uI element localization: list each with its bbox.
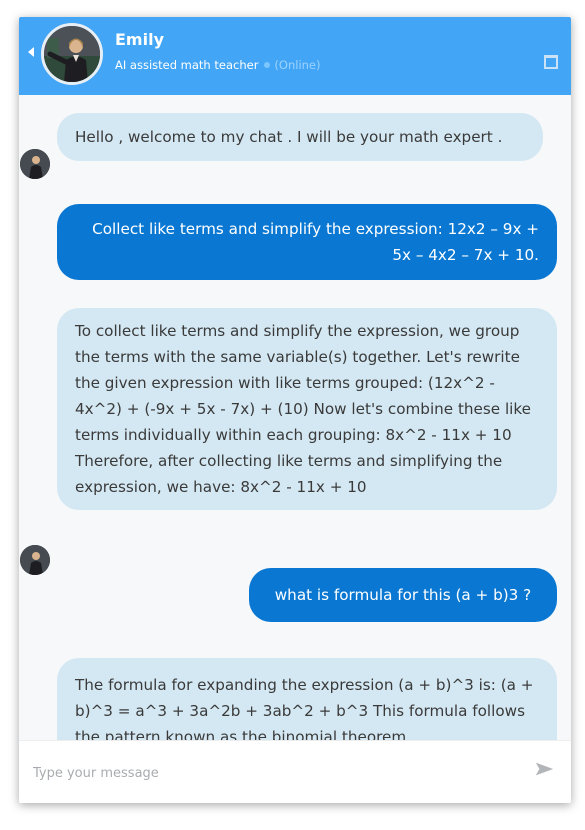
teacher-subtitle: AI assisted math teacher (Online): [115, 58, 321, 72]
bot-avatar: [20, 545, 50, 575]
teacher-role: AI assisted math teacher: [115, 58, 259, 72]
bot-message-text: The formula for expanding the expression…: [75, 676, 534, 740]
teacher-avatar: [41, 23, 103, 85]
message-list[interactable]: Hello , welcome to my chat . I will be y…: [19, 95, 571, 740]
bot-message-text: To collect like terms and simplify the e…: [75, 322, 532, 496]
teacher-name: Emily: [115, 30, 164, 49]
bot-message-text: Hello , welcome to my chat . I will be y…: [75, 128, 503, 146]
online-status: (Online): [274, 58, 321, 72]
expand-window-icon[interactable]: [544, 55, 558, 69]
bot-avatar: [20, 149, 50, 179]
bot-message: The formula for expanding the expression…: [57, 658, 557, 740]
chat-header: Emily AI assisted math teacher (Online): [19, 17, 571, 95]
bot-message: Hello , welcome to my chat . I will be y…: [57, 113, 543, 161]
user-message-text: what is formula for this (a + b)3 ?: [274, 586, 532, 604]
message-composer: [19, 740, 571, 803]
user-message: what is formula for this (a + b)3 ?: [249, 568, 557, 622]
send-icon[interactable]: [533, 758, 555, 780]
user-message: Collect like terms and simplify the expr…: [57, 204, 557, 280]
bot-message: To collect like terms and simplify the e…: [57, 308, 557, 510]
chat-window: Emily AI assisted math teacher (Online) H…: [19, 17, 571, 803]
user-message-text: Collect like terms and simplify the expr…: [92, 220, 539, 264]
online-status-dot: [264, 62, 271, 68]
message-input[interactable]: [31, 759, 515, 787]
back-arrow-icon[interactable]: [28, 47, 34, 57]
